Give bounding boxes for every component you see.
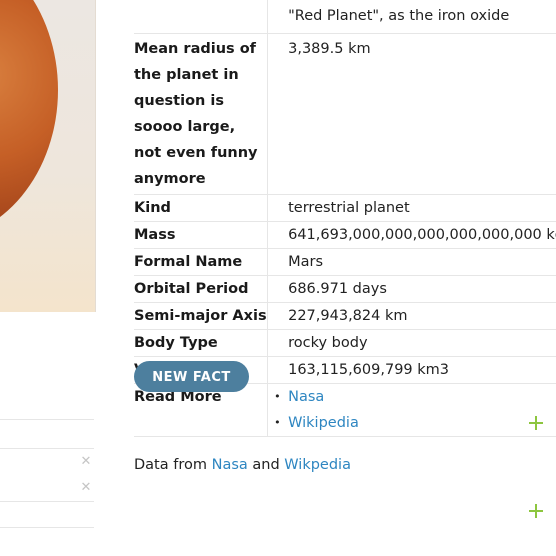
data-source-text: Data from Nasa and Wikpedia [134, 457, 351, 473]
fact-value: 227,943,824 km [267, 302, 556, 330]
fact-value: Mars [267, 248, 556, 276]
data-from-conjunction: and [247, 457, 285, 473]
fact-value: terrestrial planet [267, 194, 556, 222]
nasa-source-link[interactable]: Nasa [212, 457, 248, 473]
fact-row: "Red Planet", as the iron oxide [134, 0, 556, 34]
fact-label: Mass [134, 221, 269, 249]
fact-row: Semi-major Axis 227,943,824 km [134, 302, 556, 330]
fact-value: rocky body [267, 329, 556, 357]
wikipedia-source-link[interactable]: Wikpedia [284, 457, 351, 473]
planet-image [0, 0, 96, 312]
side-divider [0, 419, 94, 420]
fact-value: 641,693,000,000,000,000,000,000 kg [267, 221, 556, 249]
fact-value: 163,115,609,799 km3 [267, 356, 556, 384]
fact-row: Body Type rocky body [134, 329, 556, 357]
fact-label: Kind [134, 194, 269, 222]
fact-label [134, 0, 269, 34]
fact-row: Mass 641,693,000,000,000,000,000,000 kg [134, 221, 556, 249]
new-fact-button[interactable]: NEW FACT [134, 361, 249, 392]
fact-label: Mean radius of the planet in question is… [134, 33, 269, 195]
read-more-list: Nasa Wikipedia [274, 384, 556, 436]
list-item: Nasa [274, 384, 556, 410]
fact-label: Body Type [134, 329, 269, 357]
read-more-links: Nasa Wikipedia [267, 383, 556, 437]
plus-icon[interactable] [529, 416, 543, 430]
fact-value: 3,389.5 km [267, 33, 556, 195]
nasa-link[interactable]: Nasa [288, 389, 324, 405]
fact-label: Semi-major Axis [134, 302, 269, 330]
plus-icon[interactable] [529, 504, 543, 518]
wikipedia-link[interactable]: Wikipedia [288, 415, 359, 431]
fact-row: Mean radius of the planet in question is… [134, 33, 556, 195]
mars-planet-graphic [0, 0, 58, 240]
side-divider [0, 527, 94, 528]
fact-row: Formal Name Mars [134, 248, 556, 276]
close-icon[interactable]: ✕ [80, 455, 92, 468]
fact-row: Kind terrestrial planet [134, 194, 556, 222]
close-icon[interactable]: ✕ [80, 481, 92, 494]
fact-label: Orbital Period [134, 275, 269, 303]
list-item: Wikipedia [274, 410, 556, 436]
fact-label: Formal Name [134, 248, 269, 276]
data-from-prefix: Data from [134, 457, 212, 473]
fact-value: 686.971 days [267, 275, 556, 303]
page: ✕ ✕ "Red Planet", as the iron oxide Mean… [0, 0, 556, 556]
fact-value: "Red Planet", as the iron oxide [267, 0, 556, 34]
fact-row: Orbital Period 686.971 days [134, 275, 556, 303]
